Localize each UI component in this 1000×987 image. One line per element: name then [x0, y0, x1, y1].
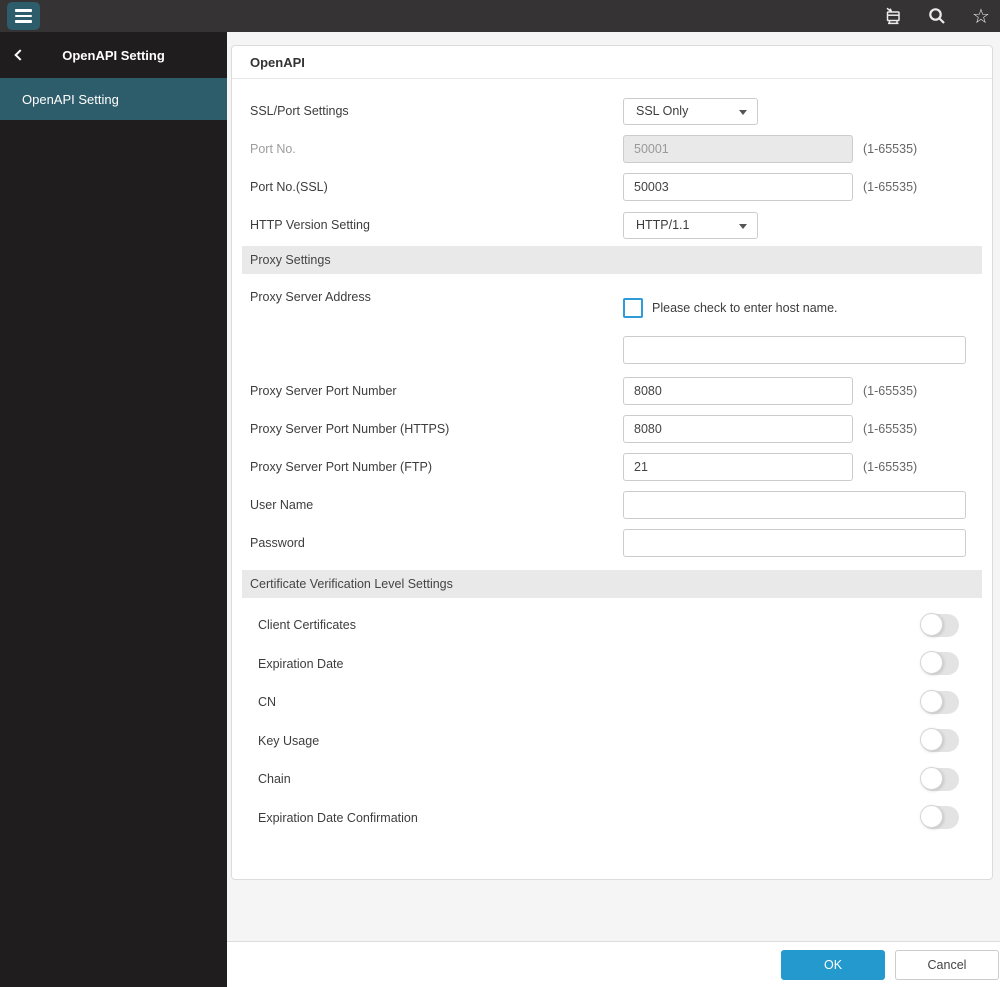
proxy-port-ftp-input[interactable]: [623, 453, 853, 481]
sidebar: OpenAPI Setting OpenAPI Setting: [0, 32, 227, 987]
main-area: OpenAPI SSL/Port Settings SSL Only Port …: [227, 32, 1000, 987]
proxy-settings-header: Proxy Settings: [242, 246, 982, 274]
chain-toggle[interactable]: [920, 766, 959, 791]
search-button[interactable]: [924, 3, 950, 29]
cn-row: CN: [232, 683, 992, 722]
printer-device-button[interactable]: [880, 3, 906, 29]
proxy-port-row: Proxy Server Port Number (1-65535): [232, 372, 992, 410]
port-no-ssl-row: Port No.(SSL) (1-65535): [232, 168, 992, 206]
toggle-knob: [920, 805, 943, 829]
sidebar-item-label: OpenAPI Setting: [22, 91, 119, 107]
chain-row: Chain: [232, 760, 992, 799]
proxy-port-ftp-row: Proxy Server Port Number (FTP) (1-65535): [232, 448, 992, 486]
proxy-port-ftp-label: Proxy Server Port Number (FTP): [250, 460, 432, 474]
key-usage-label: Key Usage: [258, 733, 320, 748]
toggle-knob: [920, 728, 943, 752]
port-no-input: [623, 135, 853, 163]
port-no-range-hint: (1-65535): [863, 142, 918, 156]
cn-toggle[interactable]: [920, 689, 959, 714]
password-label: Password: [250, 536, 305, 550]
hostname-checkbox[interactable]: [623, 298, 643, 318]
password-row: Password: [232, 524, 992, 562]
proxy-host-input[interactable]: [623, 336, 966, 364]
ssl-port-settings-value: SSL Only: [636, 104, 689, 118]
topbar-actions: ☆: [880, 3, 994, 29]
http-version-value: HTTP/1.1: [636, 218, 690, 232]
hostname-input-row: [623, 336, 966, 364]
star-icon: ☆: [972, 4, 990, 28]
settings-form: SSL/Port Settings SSL Only Port No. (1-6…: [232, 79, 992, 837]
ssl-port-settings-row: SSL/Port Settings SSL Only: [232, 92, 992, 130]
hostname-checkbox-row: Please check to enter host name.: [623, 298, 966, 318]
cn-label: CN: [258, 695, 277, 710]
sidebar-item-openapi-setting[interactable]: OpenAPI Setting: [0, 78, 227, 120]
search-icon: [929, 8, 945, 24]
client-certificates-toggle[interactable]: [920, 612, 959, 637]
toggle-knob: [920, 689, 943, 713]
ssl-port-settings-select[interactable]: SSL Only: [623, 97, 758, 125]
toggle-knob: [920, 766, 943, 790]
client-certificates-row: Client Certificates: [232, 606, 992, 645]
proxy-port-range-hint: (1-65535): [863, 384, 918, 398]
port-no-label: Port No.: [250, 142, 296, 156]
expiration-date-row: Expiration Date: [232, 645, 992, 684]
toggle-knob: [920, 651, 943, 675]
client-certificates-label: Client Certificates: [258, 618, 356, 633]
expiration-date-confirmation-toggle[interactable]: [920, 805, 959, 830]
hamburger-icon: [15, 9, 32, 12]
http-version-label: HTTP Version Setting: [250, 218, 370, 232]
certificate-toggles: Client Certificates Expiration Date CN K…: [232, 598, 992, 837]
favorite-button[interactable]: ☆: [968, 3, 994, 29]
certificate-verification-header: Certificate Verification Level Settings: [242, 570, 982, 598]
proxy-port-https-input[interactable]: [623, 415, 853, 443]
expiration-date-toggle[interactable]: [920, 651, 959, 676]
key-usage-row: Key Usage: [232, 722, 992, 761]
expiration-date-confirmation-label: Expiration Date Confirmation: [258, 810, 418, 825]
user-name-input[interactable]: [623, 491, 966, 519]
port-no-ssl-input[interactable]: [623, 173, 853, 201]
hamburger-icon: [15, 14, 32, 18]
port-no-ssl-label: Port No.(SSL): [250, 180, 328, 194]
sidebar-title: OpenAPI Setting: [62, 47, 165, 63]
user-name-row: User Name: [232, 486, 992, 524]
expiration-date-label: Expiration Date: [258, 656, 344, 671]
printer-icon: [886, 7, 900, 25]
footer-bar: OK Cancel: [227, 941, 1000, 987]
proxy-server-address-controls: Please check to enter host name.: [623, 278, 966, 372]
proxy-port-input[interactable]: [623, 377, 853, 405]
cancel-button[interactable]: Cancel: [895, 949, 999, 980]
topbar: ☆: [0, 0, 1000, 32]
port-no-row: Port No. (1-65535): [232, 130, 992, 168]
proxy-port-https-range-hint: (1-65535): [863, 422, 918, 436]
hamburger-icon: [15, 20, 32, 23]
proxy-server-address-label: Proxy Server Address: [250, 290, 371, 304]
ok-button[interactable]: OK: [781, 949, 885, 980]
menu-hamburger-button[interactable]: [7, 2, 40, 30]
password-input[interactable]: [623, 529, 966, 557]
proxy-server-address-row: Proxy Server Address Please check to ent…: [232, 278, 992, 372]
proxy-port-label: Proxy Server Port Number: [250, 384, 397, 398]
http-version-select[interactable]: HTTP/1.1: [623, 211, 758, 239]
expiration-date-confirmation-row: Expiration Date Confirmation: [232, 799, 992, 838]
hostname-checkbox-label: Please check to enter host name.: [652, 301, 838, 315]
proxy-port-https-row: Proxy Server Port Number (HTTPS) (1-6553…: [232, 410, 992, 448]
sidebar-header: OpenAPI Setting: [0, 32, 227, 78]
page-title: OpenAPI: [232, 46, 992, 79]
port-no-ssl-range-hint: (1-65535): [863, 180, 918, 194]
chain-label: Chain: [258, 772, 291, 787]
key-usage-toggle[interactable]: [920, 728, 959, 753]
http-version-row: HTTP Version Setting HTTP/1.1: [232, 206, 992, 244]
toggle-knob: [920, 612, 943, 636]
back-chevron-icon[interactable]: [14, 49, 26, 61]
proxy-port-ftp-range-hint: (1-65535): [863, 460, 918, 474]
user-name-label: User Name: [250, 498, 314, 512]
ssl-port-settings-label: SSL/Port Settings: [250, 104, 349, 118]
proxy-port-https-label: Proxy Server Port Number (HTTPS): [250, 422, 450, 436]
settings-card: OpenAPI SSL/Port Settings SSL Only Port …: [231, 45, 993, 880]
